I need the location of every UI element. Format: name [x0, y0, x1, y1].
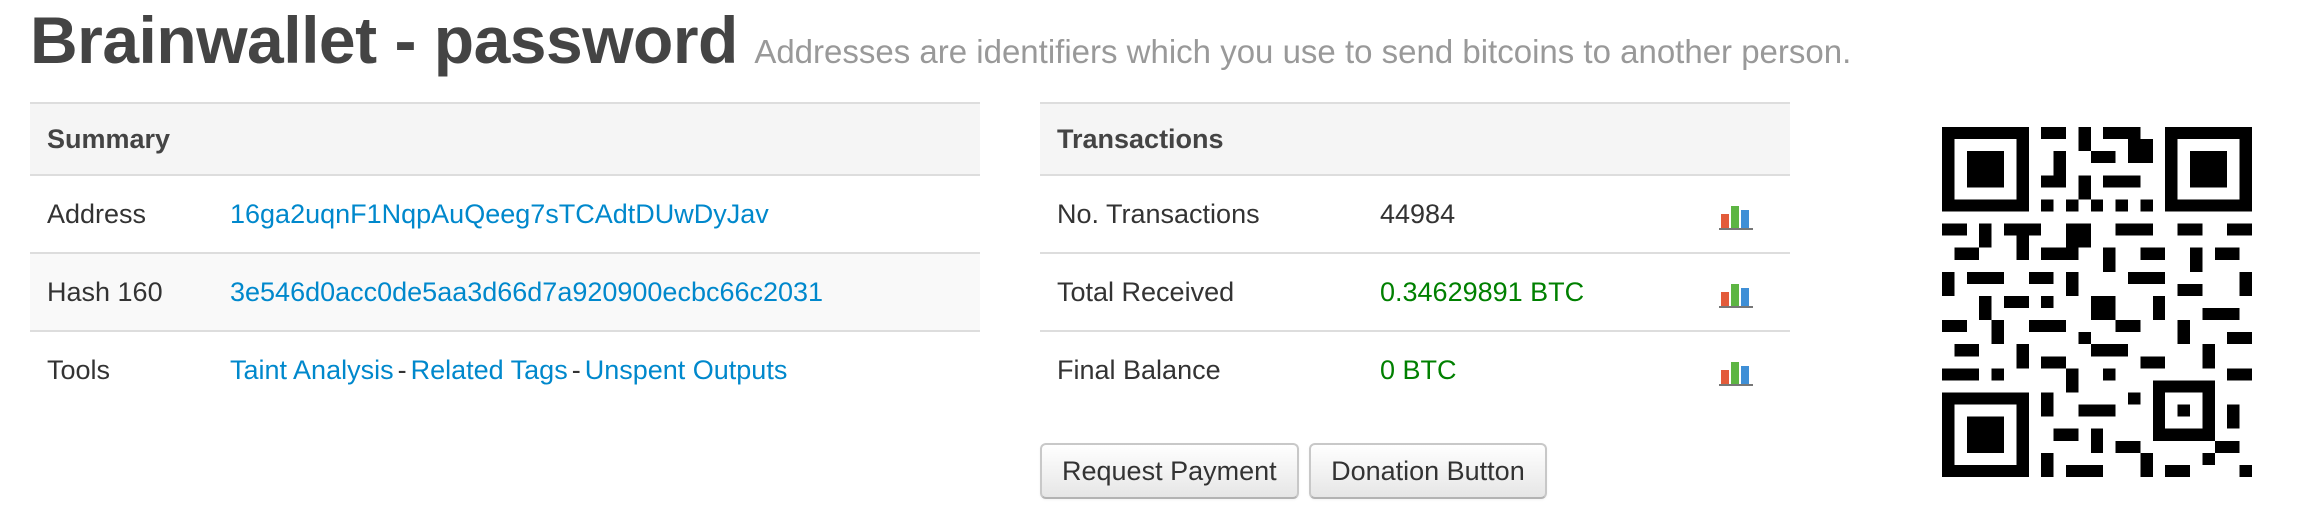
page-header: Brainwallet - password Addresses are ide…: [30, 0, 1851, 80]
unspent-outputs-link[interactable]: Unspent Outputs: [585, 355, 788, 385]
transactions-table: Transactions No. Transactions 44984 Tota…: [1040, 102, 1790, 408]
transactions-heading: Transactions: [1040, 102, 1790, 176]
address-link[interactable]: 16ga2uqnF1NqpAuQeeg7sTCAdtDUwDyJav: [230, 199, 769, 229]
final-balance-value: 0 BTC: [1380, 354, 1457, 385]
chart-cell: [1702, 331, 1790, 408]
page-title: Brainwallet - password: [30, 3, 738, 77]
action-buttons: Request Payment Donation Button: [1040, 443, 1553, 499]
transactions-header-row: Transactions: [1040, 102, 1790, 176]
table-row: No. Transactions 44984: [1040, 175, 1790, 254]
tools-label: Tools: [30, 331, 213, 408]
bar-chart-icon[interactable]: [1719, 200, 1753, 230]
table-row: Tools Taint Analysis - Related Tags - Unspen…: [30, 331, 980, 408]
hash160-link[interactable]: 3e546d0acc0de5aa3d66d7a920900ecbc66c2031: [230, 277, 823, 307]
qr-finder-top-right: [2165, 127, 2252, 212]
related-tags-link[interactable]: Related Tags: [411, 355, 568, 385]
summary-header-row: Summary: [30, 102, 980, 176]
address-label: Address: [30, 175, 213, 254]
summary-table: Summary Address 16ga2uqnF1NqpAuQeeg7sTCA…: [30, 102, 980, 408]
final-balance-label: Final Balance: [1057, 354, 1221, 385]
donation-button[interactable]: Donation Button: [1309, 443, 1547, 499]
table-row: Hash 160 3e546d0acc0de5aa3d66d7a920900ec…: [30, 253, 980, 332]
table-row: Total Received 0.34629891 BTC: [1040, 253, 1790, 332]
bar-chart-icon[interactable]: [1719, 356, 1753, 386]
table-row: Final Balance 0 BTC: [1040, 331, 1790, 408]
taint-analysis-link[interactable]: Taint Analysis: [230, 355, 394, 385]
hash160-label: Hash 160: [30, 253, 213, 332]
table-row: Address 16ga2uqnF1NqpAuQeeg7sTCAdtDUwDyJ…: [30, 175, 980, 254]
chart-cell: [1702, 253, 1790, 332]
no-transactions-value: 44984: [1363, 175, 1702, 254]
page-subtitle: Addresses are identifiers which you use …: [754, 33, 1852, 70]
qr-finder-top-left: [1942, 127, 2029, 212]
tools-separator: -: [571, 354, 581, 385]
tools-separator: -: [397, 354, 407, 385]
bar-chart-icon[interactable]: [1719, 278, 1753, 308]
address-cell: 16ga2uqnF1NqpAuQeeg7sTCAdtDUwDyJav: [213, 175, 980, 254]
qr-code-icon: [1942, 127, 2252, 477]
summary-heading: Summary: [30, 102, 980, 176]
request-payment-button[interactable]: Request Payment: [1040, 443, 1299, 499]
hash160-cell: 3e546d0acc0de5aa3d66d7a920900ecbc66c2031: [213, 253, 980, 332]
qr-finder-bottom-left: [1942, 392, 2029, 477]
no-transactions-label: No. Transactions: [1040, 175, 1363, 254]
total-received-label: Total Received: [1040, 253, 1363, 332]
chart-cell: [1702, 175, 1790, 254]
tools-cell: Taint Analysis - Related Tags - Unspent Outp…: [213, 331, 980, 408]
total-received-value: 0.34629891 BTC: [1363, 253, 1702, 332]
